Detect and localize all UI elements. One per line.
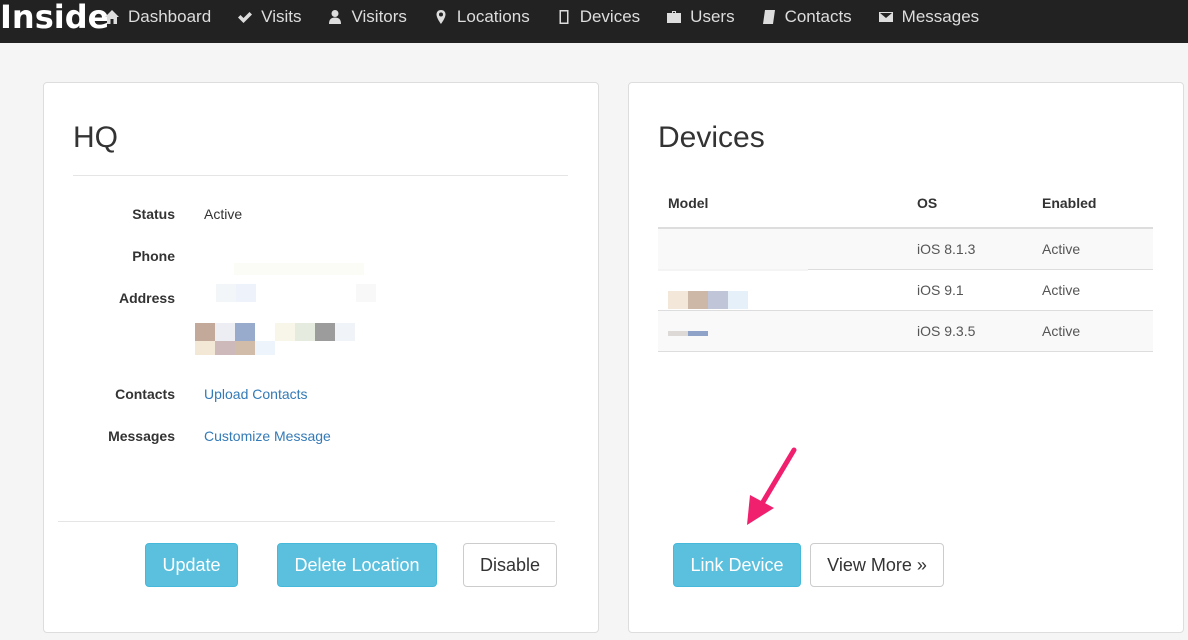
column-header-os: OS xyxy=(907,179,1032,229)
device-os-cell: iOS 9.1 xyxy=(907,269,1032,311)
nav-item-label: Visits xyxy=(261,7,302,26)
devices-title: Devices xyxy=(658,121,765,154)
upload-contacts-link[interactable]: Upload Contacts xyxy=(204,386,308,402)
table-row[interactable]: iOS 8.1.3 Active xyxy=(658,228,1153,270)
nav-item-label: Users xyxy=(690,7,735,26)
nav-item-label: Visitors xyxy=(351,7,407,26)
disable-button[interactable]: Disable xyxy=(463,543,557,587)
map-marker-icon xyxy=(433,9,449,25)
user-icon xyxy=(327,9,343,25)
table-header-row: Model OS Enabled xyxy=(658,179,1153,229)
devices-table: Model OS Enabled iOS 8.1.3 Active iOS 9.… xyxy=(658,179,1153,352)
book-icon xyxy=(761,9,777,25)
link-device-button[interactable]: Link Device xyxy=(673,543,801,587)
nav-item-label: Locations xyxy=(456,7,530,26)
nav-item-users[interactable]: Users xyxy=(666,7,735,27)
status-label: Status xyxy=(132,206,175,222)
devices-panel: Devices Model OS Enabled iOS 8.1.3 Activ… xyxy=(628,82,1184,633)
contacts-label: Contacts xyxy=(115,386,175,402)
location-title: HQ xyxy=(73,121,118,154)
nav-menu: Dashboard Visits Visitors Locations Devi… xyxy=(104,0,1005,34)
device-enabled-cell: Active xyxy=(1032,269,1153,311)
nav-item-label: Devices xyxy=(579,7,641,26)
nav-item-messages[interactable]: Messages xyxy=(878,7,979,27)
title-divider xyxy=(73,175,568,176)
device-os-cell: iOS 8.1.3 xyxy=(907,228,1032,270)
envelope-icon xyxy=(878,9,894,25)
column-header-enabled: Enabled xyxy=(1032,179,1153,229)
device-enabled-cell: Active xyxy=(1032,228,1153,270)
nav-item-label: Messages xyxy=(901,7,980,26)
nav-item-label: Dashboard xyxy=(128,7,212,26)
brand-logo[interactable]: Inside xyxy=(0,0,109,36)
delete-location-button[interactable]: Delete Location xyxy=(277,543,437,587)
device-os-cell: iOS 9.3.5 xyxy=(907,310,1032,352)
nav-item-visits[interactable]: Visits xyxy=(237,7,301,27)
nav-item-contacts[interactable]: Contacts xyxy=(761,7,852,27)
address-label: Address xyxy=(118,290,175,306)
column-header-model: Model xyxy=(658,179,907,229)
home-icon xyxy=(104,9,120,25)
briefcase-icon xyxy=(666,9,682,25)
nav-item-devices[interactable]: Devices xyxy=(556,7,640,27)
status-value: Active xyxy=(204,206,243,222)
device-model-cell xyxy=(658,228,907,270)
device-enabled-cell: Active xyxy=(1032,310,1153,352)
tablet-icon xyxy=(556,9,572,25)
view-more-button[interactable]: View More » xyxy=(810,543,944,587)
annotation-arrow-icon xyxy=(747,447,797,525)
nav-item-visitors[interactable]: Visitors xyxy=(327,7,407,27)
nav-item-label: Contacts xyxy=(784,7,852,26)
footer-divider xyxy=(58,521,555,522)
messages-label: Messages xyxy=(108,428,175,444)
nav-item-locations[interactable]: Locations xyxy=(433,7,530,27)
top-navbar: Inside Dashboard Visits Visitors Locatio… xyxy=(0,0,1188,43)
update-button[interactable]: Update xyxy=(145,543,238,587)
nav-item-dashboard[interactable]: Dashboard xyxy=(104,7,211,27)
customize-message-link[interactable]: Customize Message xyxy=(204,428,331,444)
location-panel: HQ Status Active Phone Address Contacts … xyxy=(43,82,599,633)
table-row[interactable]: iOS 9.3.5 Active xyxy=(658,310,1153,352)
phone-label: Phone xyxy=(132,248,175,264)
check-icon xyxy=(237,9,253,25)
phone-value-redacted xyxy=(234,263,364,275)
